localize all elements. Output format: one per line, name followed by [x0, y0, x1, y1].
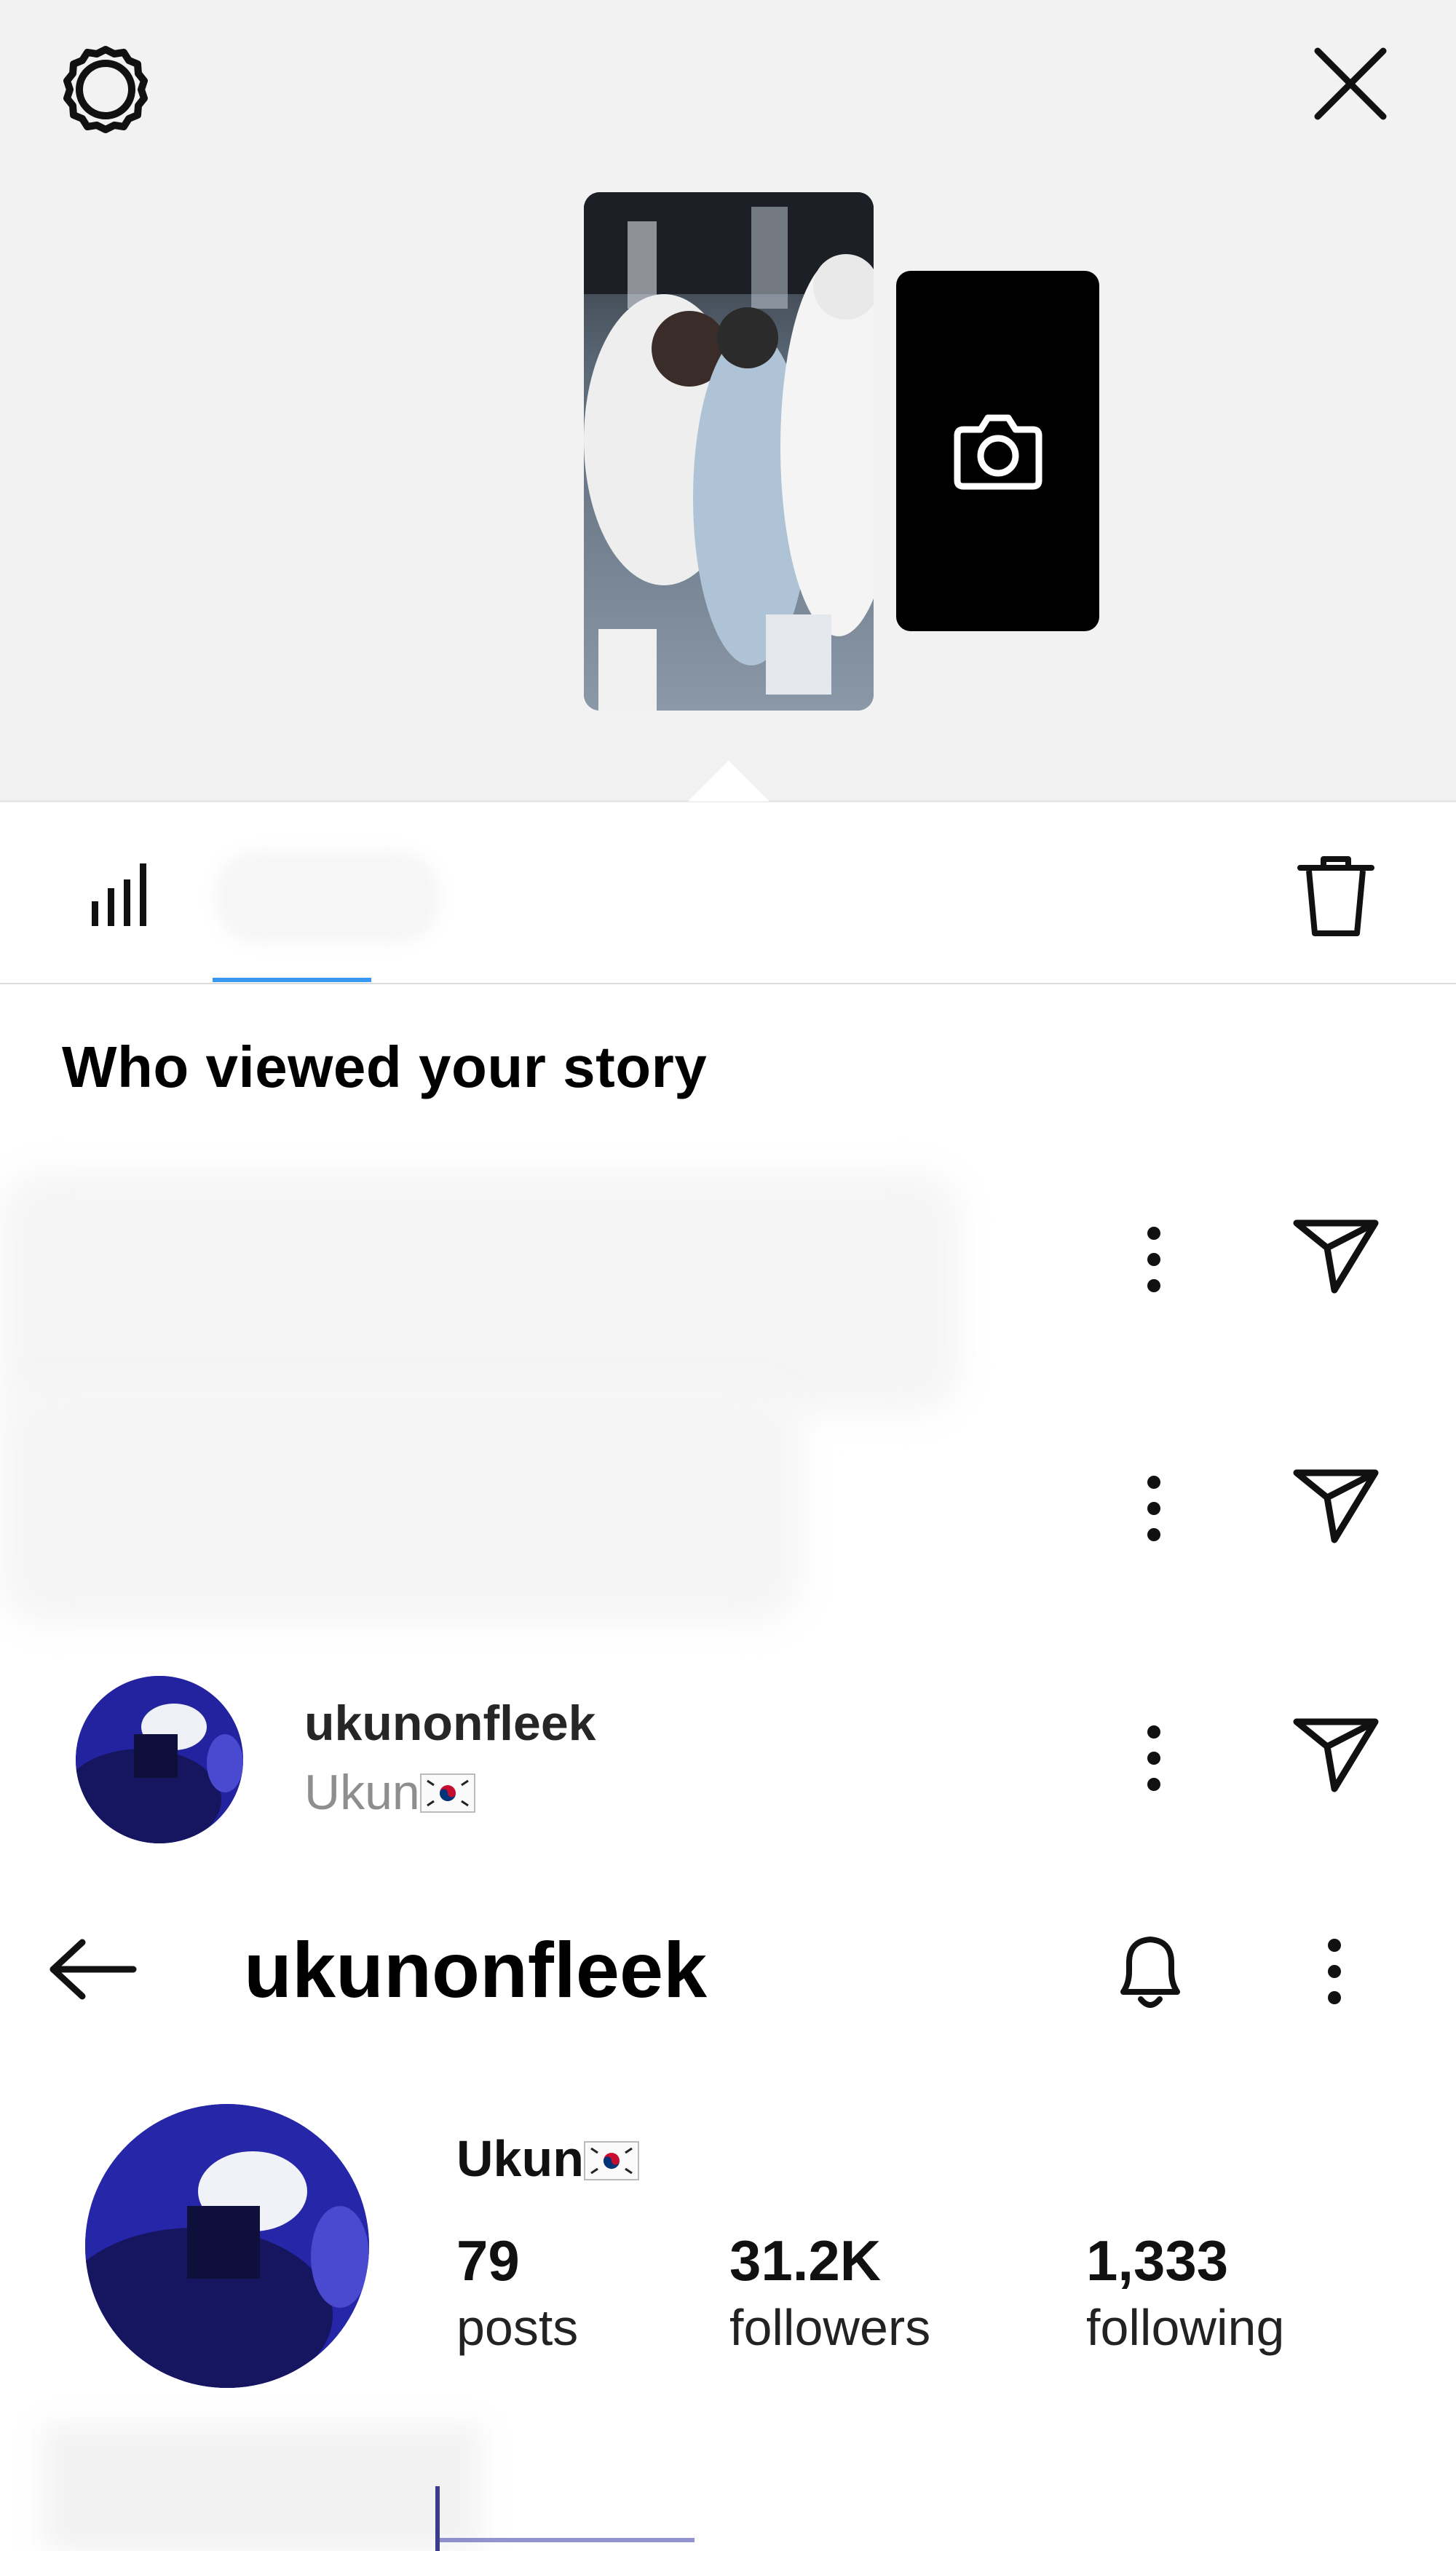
gear-icon[interactable]	[58, 42, 153, 137]
story-thumbnail[interactable]	[584, 192, 874, 711]
stat-followers[interactable]: 31.2K followers	[729, 2228, 930, 2357]
selected-story-pointer	[688, 761, 769, 802]
avatar[interactable]	[76, 1676, 243, 1843]
more-vertical-icon[interactable]	[1136, 1472, 1172, 1545]
profile-avatar[interactable]	[85, 2104, 369, 2388]
story-tab-blurred[interactable]	[215, 850, 440, 944]
send-icon[interactable]	[1292, 1466, 1380, 1546]
more-vertical-icon[interactable]	[1136, 1223, 1172, 1296]
viewer-row-blurred[interactable]	[0, 1172, 961, 1412]
bio-blurred	[44, 2424, 480, 2551]
viewer-row-blurred[interactable]	[0, 1383, 801, 1623]
south-korea-flag-icon	[584, 2134, 639, 2192]
profile-header-title: ukunonfleek	[244, 1926, 708, 2014]
bell-icon[interactable]	[1110, 1929, 1190, 2017]
stat-value: 79	[456, 2228, 520, 2293]
bar-chart-icon[interactable]	[86, 859, 159, 932]
section-title: Who viewed your story	[62, 1035, 708, 1099]
bio-fragment-underline	[440, 2538, 695, 2542]
trash-icon[interactable]	[1296, 852, 1376, 939]
stat-posts[interactable]: 79 posts	[456, 2228, 578, 2357]
viewer-fullname-text: Ukun	[304, 1765, 420, 1820]
stat-label: followers	[729, 2299, 931, 2356]
stat-following[interactable]: 1,333 following	[1086, 2228, 1284, 2357]
profile-display-name-text: Ukun	[456, 2130, 584, 2187]
arrow-left-icon[interactable]	[47, 1937, 138, 2002]
send-icon[interactable]	[1292, 1216, 1380, 1296]
active-tab-indicator	[213, 978, 371, 982]
close-icon[interactable]	[1310, 44, 1390, 124]
viewer-fullname: Ukun	[304, 1764, 475, 1824]
stat-value: 31.2K	[729, 2228, 882, 2293]
more-vertical-icon[interactable]	[1316, 1935, 1353, 2008]
tab-divider	[0, 983, 1456, 984]
stat-label: following	[1086, 2299, 1285, 2356]
send-icon[interactable]	[1292, 1714, 1380, 1795]
more-vertical-icon[interactable]	[1136, 1722, 1172, 1795]
camera-icon	[953, 408, 1043, 494]
stat-label: posts	[456, 2299, 579, 2356]
stat-value: 1,333	[1086, 2228, 1229, 2293]
profile-display-name: Ukun	[456, 2129, 639, 2192]
viewer-username[interactable]: ukunonfleek	[304, 1695, 596, 1752]
add-story-card[interactable]	[896, 271, 1099, 631]
south-korea-flag-icon	[419, 1768, 475, 1824]
